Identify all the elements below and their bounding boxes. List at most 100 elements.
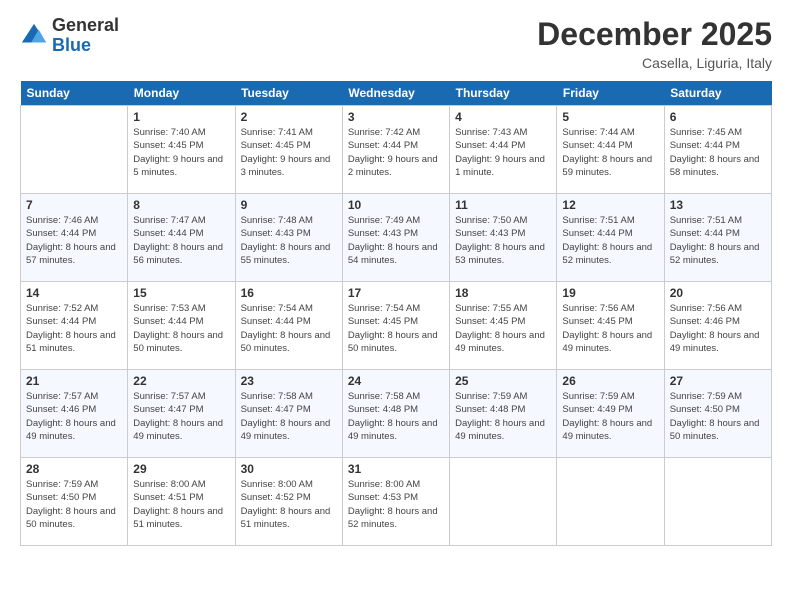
day-info: Sunrise: 7:44 AMSunset: 4:44 PMDaylight:… <box>562 126 658 179</box>
day-info: Sunrise: 7:46 AMSunset: 4:44 PMDaylight:… <box>26 214 122 267</box>
day-number: 21 <box>26 374 122 388</box>
week-row-3: 14Sunrise: 7:52 AMSunset: 4:44 PMDayligh… <box>21 282 772 370</box>
weekday-header-thursday: Thursday <box>450 81 557 106</box>
day-info: Sunrise: 8:00 AMSunset: 4:53 PMDaylight:… <box>348 478 444 531</box>
day-cell: 19Sunrise: 7:56 AMSunset: 4:45 PMDayligh… <box>557 282 664 370</box>
day-info: Sunrise: 7:53 AMSunset: 4:44 PMDaylight:… <box>133 302 229 355</box>
week-row-1: 1Sunrise: 7:40 AMSunset: 4:45 PMDaylight… <box>21 106 772 194</box>
day-cell: 22 Sunrise: 7:57 AMSunset: 4:47 PMDayligh… <box>128 370 235 458</box>
day-cell <box>21 106 128 194</box>
day-info: Sunrise: 8:00 AMSunset: 4:52 PMDaylight:… <box>241 478 337 531</box>
day-info: Sunrise: 7:59 AMSunset: 4:50 PMDaylight:… <box>670 390 766 443</box>
weekday-header-row: SundayMondayTuesdayWednesdayThursdayFrid… <box>21 81 772 106</box>
day-cell: 14Sunrise: 7:52 AMSunset: 4:44 PMDayligh… <box>21 282 128 370</box>
day-info: Sunrise: 7:59 AMSunset: 4:50 PMDaylight:… <box>26 478 122 531</box>
calendar: SundayMondayTuesdayWednesdayThursdayFrid… <box>20 81 772 546</box>
day-cell: 13 Sunrise: 7:51 AMSunset: 4:44 PMDayligh… <box>664 194 771 282</box>
day-cell: 23 Sunrise: 7:58 AMSunset: 4:47 PMDayligh… <box>235 370 342 458</box>
day-cell: 12Sunrise: 7:51 AMSunset: 4:44 PMDayligh… <box>557 194 664 282</box>
day-number: 24 <box>348 374 444 388</box>
day-info: Sunrise: 7:55 AMSunset: 4:45 PMDaylight:… <box>455 302 551 355</box>
day-cell <box>450 458 557 546</box>
day-cell: 16 Sunrise: 7:54 AMSunset: 4:44 PMDayligh… <box>235 282 342 370</box>
day-info: Sunrise: 7:48 AMSunset: 4:43 PMDaylight:… <box>241 214 337 267</box>
day-cell: 24 Sunrise: 7:58 AMSunset: 4:48 PMDayligh… <box>342 370 449 458</box>
week-row-5: 28 Sunrise: 7:59 AMSunset: 4:50 PMDayligh… <box>21 458 772 546</box>
day-cell: 29Sunrise: 8:00 AMSunset: 4:51 PMDayligh… <box>128 458 235 546</box>
weekday-header-friday: Friday <box>557 81 664 106</box>
day-info: Sunrise: 7:51 AMSunset: 4:44 PMDaylight:… <box>562 214 658 267</box>
day-number: 4 <box>455 110 551 124</box>
day-cell <box>664 458 771 546</box>
day-cell: 8Sunrise: 7:47 AMSunset: 4:44 PMDaylight… <box>128 194 235 282</box>
month-title: December 2025 <box>537 16 772 53</box>
logo-icon <box>20 22 48 50</box>
day-number: 5 <box>562 110 658 124</box>
day-number: 8 <box>133 198 229 212</box>
day-info: Sunrise: 7:42 AMSunset: 4:44 PMDaylight:… <box>348 126 444 179</box>
weekday-header-tuesday: Tuesday <box>235 81 342 106</box>
day-cell: 25Sunrise: 7:59 AMSunset: 4:48 PMDayligh… <box>450 370 557 458</box>
weekday-header-sunday: Sunday <box>21 81 128 106</box>
day-info: Sunrise: 7:57 AMSunset: 4:47 PMDaylight:… <box>133 390 229 443</box>
day-cell <box>557 458 664 546</box>
logo-blue: Blue <box>52 36 119 56</box>
day-cell: 30 Sunrise: 8:00 AMSunset: 4:52 PMDayligh… <box>235 458 342 546</box>
day-info: Sunrise: 7:41 AMSunset: 4:45 PMDaylight:… <box>241 126 337 179</box>
day-info: Sunrise: 7:54 AMSunset: 4:44 PMDaylight:… <box>241 302 337 355</box>
day-cell: 20 Sunrise: 7:56 AMSunset: 4:46 PMDayligh… <box>664 282 771 370</box>
day-cell: 2 Sunrise: 7:41 AMSunset: 4:45 PMDaylight… <box>235 106 342 194</box>
day-cell: 18Sunrise: 7:55 AMSunset: 4:45 PMDayligh… <box>450 282 557 370</box>
title-block: December 2025 Casella, Liguria, Italy <box>537 16 772 71</box>
day-cell: 9 Sunrise: 7:48 AMSunset: 4:43 PMDaylight… <box>235 194 342 282</box>
logo: General Blue <box>20 16 119 56</box>
location: Casella, Liguria, Italy <box>537 55 772 71</box>
day-cell: 27 Sunrise: 7:59 AMSunset: 4:50 PMDayligh… <box>664 370 771 458</box>
day-info: Sunrise: 7:45 AMSunset: 4:44 PMDaylight:… <box>670 126 766 179</box>
day-number: 16 <box>241 286 337 300</box>
day-info: Sunrise: 7:57 AMSunset: 4:46 PMDaylight:… <box>26 390 122 443</box>
day-cell: 11 Sunrise: 7:50 AMSunset: 4:43 PMDayligh… <box>450 194 557 282</box>
day-number: 3 <box>348 110 444 124</box>
day-cell: 6 Sunrise: 7:45 AMSunset: 4:44 PMDaylight… <box>664 106 771 194</box>
day-number: 7 <box>26 198 122 212</box>
day-number: 30 <box>241 462 337 476</box>
day-info: Sunrise: 7:49 AMSunset: 4:43 PMDaylight:… <box>348 214 444 267</box>
weekday-header-monday: Monday <box>128 81 235 106</box>
day-number: 9 <box>241 198 337 212</box>
day-info: Sunrise: 7:58 AMSunset: 4:47 PMDaylight:… <box>241 390 337 443</box>
weekday-header-saturday: Saturday <box>664 81 771 106</box>
day-info: Sunrise: 7:58 AMSunset: 4:48 PMDaylight:… <box>348 390 444 443</box>
day-number: 28 <box>26 462 122 476</box>
day-number: 22 <box>133 374 229 388</box>
day-info: Sunrise: 7:56 AMSunset: 4:46 PMDaylight:… <box>670 302 766 355</box>
day-info: Sunrise: 7:50 AMSunset: 4:43 PMDaylight:… <box>455 214 551 267</box>
day-number: 29 <box>133 462 229 476</box>
day-number: 20 <box>670 286 766 300</box>
day-number: 27 <box>670 374 766 388</box>
day-number: 31 <box>348 462 444 476</box>
day-number: 6 <box>670 110 766 124</box>
day-number: 10 <box>348 198 444 212</box>
day-info: Sunrise: 7:51 AMSunset: 4:44 PMDaylight:… <box>670 214 766 267</box>
header: General Blue December 2025 Casella, Ligu… <box>20 16 772 71</box>
day-cell: 17Sunrise: 7:54 AMSunset: 4:45 PMDayligh… <box>342 282 449 370</box>
week-row-4: 21 Sunrise: 7:57 AMSunset: 4:46 PMDayligh… <box>21 370 772 458</box>
weekday-header-wednesday: Wednesday <box>342 81 449 106</box>
day-info: Sunrise: 7:59 AMSunset: 4:49 PMDaylight:… <box>562 390 658 443</box>
day-cell: 3 Sunrise: 7:42 AMSunset: 4:44 PMDaylight… <box>342 106 449 194</box>
day-number: 19 <box>562 286 658 300</box>
day-cell: 21 Sunrise: 7:57 AMSunset: 4:46 PMDayligh… <box>21 370 128 458</box>
day-number: 17 <box>348 286 444 300</box>
day-cell: 1Sunrise: 7:40 AMSunset: 4:45 PMDaylight… <box>128 106 235 194</box>
day-cell: 26Sunrise: 7:59 AMSunset: 4:49 PMDayligh… <box>557 370 664 458</box>
day-cell: 28 Sunrise: 7:59 AMSunset: 4:50 PMDayligh… <box>21 458 128 546</box>
day-number: 2 <box>241 110 337 124</box>
day-number: 11 <box>455 198 551 212</box>
day-number: 23 <box>241 374 337 388</box>
day-number: 13 <box>670 198 766 212</box>
day-info: Sunrise: 7:59 AMSunset: 4:48 PMDaylight:… <box>455 390 551 443</box>
logo-text: General Blue <box>52 16 119 56</box>
day-info: Sunrise: 7:52 AMSunset: 4:44 PMDaylight:… <box>26 302 122 355</box>
day-cell: 5 Sunrise: 7:44 AMSunset: 4:44 PMDaylight… <box>557 106 664 194</box>
